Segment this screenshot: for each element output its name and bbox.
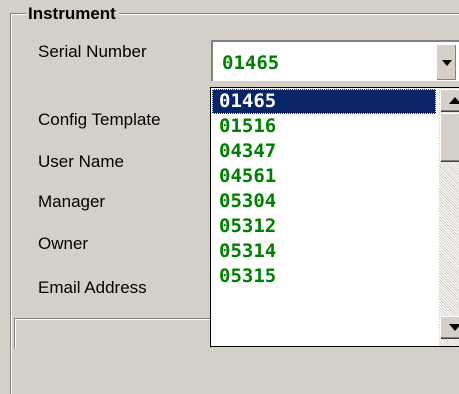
owner-label: Owner <box>38 234 89 253</box>
chevron-down-icon <box>442 60 452 66</box>
serial-number-label: Serial Number <box>38 42 147 61</box>
dropdown-option[interactable]: 01516 <box>212 114 436 139</box>
scroll-up-button[interactable] <box>440 89 459 111</box>
serial-number-value: 01465 <box>222 52 280 74</box>
lower-groupbox-edge <box>14 318 215 349</box>
dropdown-option[interactable]: 04347 <box>212 139 436 164</box>
scroll-thumb[interactable] <box>440 113 459 161</box>
dropdown-option[interactable]: 04561 <box>212 164 436 189</box>
dropdown-option[interactable]: 05315 <box>212 264 436 289</box>
serial-number-combobox[interactable]: 01465 <box>211 40 459 81</box>
scroll-down-arrow-icon <box>449 324 459 331</box>
scroll-up-arrow-icon <box>449 97 459 104</box>
config-template-label: Config Template <box>38 110 161 129</box>
user-name-label: User Name <box>38 152 124 171</box>
dropdown-option-selected[interactable]: 01465 <box>212 89 436 114</box>
dropdown-scrollbar[interactable] <box>439 88 459 346</box>
email-address-label: Email Address <box>38 278 147 297</box>
group-title: Instrument <box>26 4 119 23</box>
dropdown-option[interactable]: 05304 <box>212 189 436 214</box>
manager-label: Manager <box>38 192 106 211</box>
dropdown-option[interactable]: 05314 <box>212 239 436 264</box>
serial-number-dropdown-button[interactable] <box>436 44 456 80</box>
dropdown-option[interactable]: 05312 <box>212 214 436 239</box>
scroll-down-button[interactable] <box>440 316 459 338</box>
serial-number-dropdown-list[interactable]: 01465 01516 04347 04561 05304 05312 0531… <box>210 87 459 347</box>
